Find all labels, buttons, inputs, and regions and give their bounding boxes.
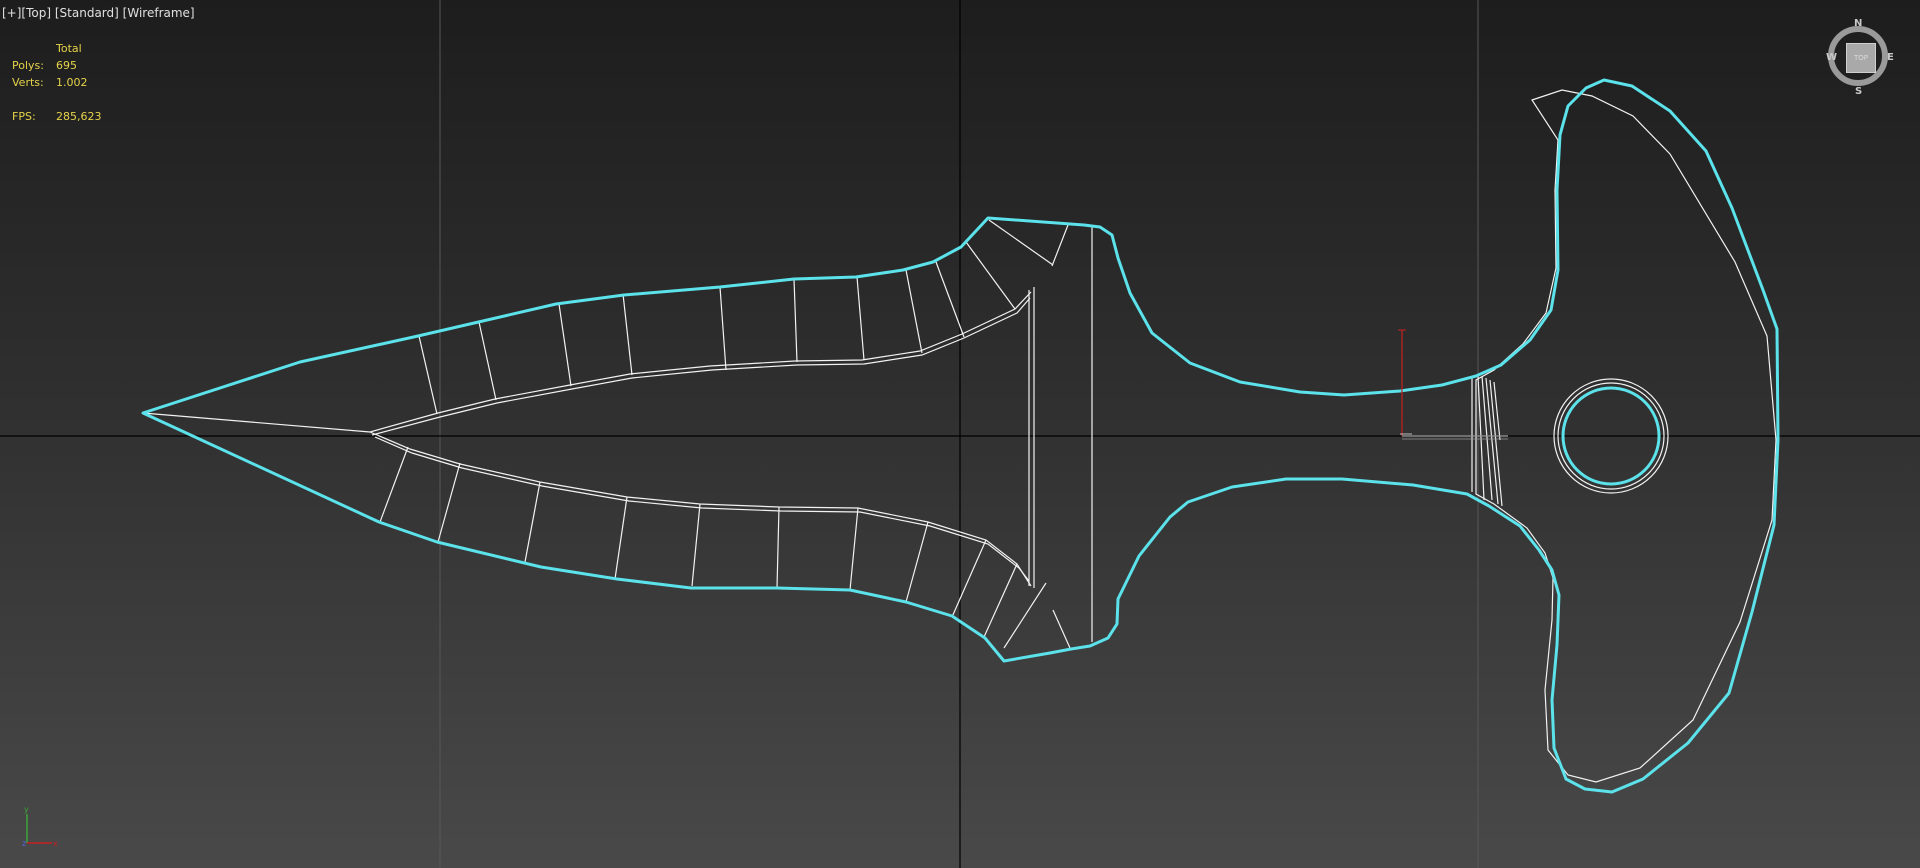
compass-south: S bbox=[1855, 86, 1863, 97]
compass-north: N bbox=[1854, 18, 1863, 29]
fps-label: FPS: bbox=[12, 110, 36, 123]
svg-text:y: y bbox=[24, 805, 29, 814]
polys-value: 695 bbox=[56, 59, 77, 72]
svg-text:z: z bbox=[22, 839, 26, 848]
compass-east: E bbox=[1887, 52, 1894, 63]
scene-statistics: Total Polys: 695 Verts: 1.002 FPS: 285,623 bbox=[12, 40, 102, 125]
verts-value: 1.002 bbox=[56, 76, 88, 89]
verts-label: Verts: bbox=[12, 76, 44, 89]
home-grid bbox=[0, 0, 1920, 868]
axis-tripod-icon: y x z bbox=[22, 805, 58, 848]
viewcube-icon[interactable]: TOP N S W E bbox=[1824, 18, 1898, 97]
viewport-canvas[interactable]: y x z bbox=[0, 0, 1920, 868]
fps-value: 285,623 bbox=[56, 110, 102, 123]
transform-gizmo-icon[interactable] bbox=[1398, 329, 1508, 440]
stats-header: Total bbox=[56, 42, 82, 55]
compass-west: W bbox=[1826, 52, 1838, 63]
polys-label: Polys: bbox=[12, 59, 44, 72]
shading-mode-button[interactable]: [Standard] bbox=[55, 6, 119, 20]
viewcube-face[interactable]: TOP bbox=[1846, 43, 1876, 73]
viewport-menu-button[interactable]: [+] bbox=[2, 6, 21, 20]
viewport-label: [+][Top] [Standard] [Wireframe] bbox=[2, 6, 195, 20]
display-mode-button[interactable]: [Wireframe] bbox=[123, 6, 195, 20]
svg-text:x: x bbox=[53, 839, 58, 848]
view-mode-button[interactable]: [Top] bbox=[21, 6, 51, 20]
